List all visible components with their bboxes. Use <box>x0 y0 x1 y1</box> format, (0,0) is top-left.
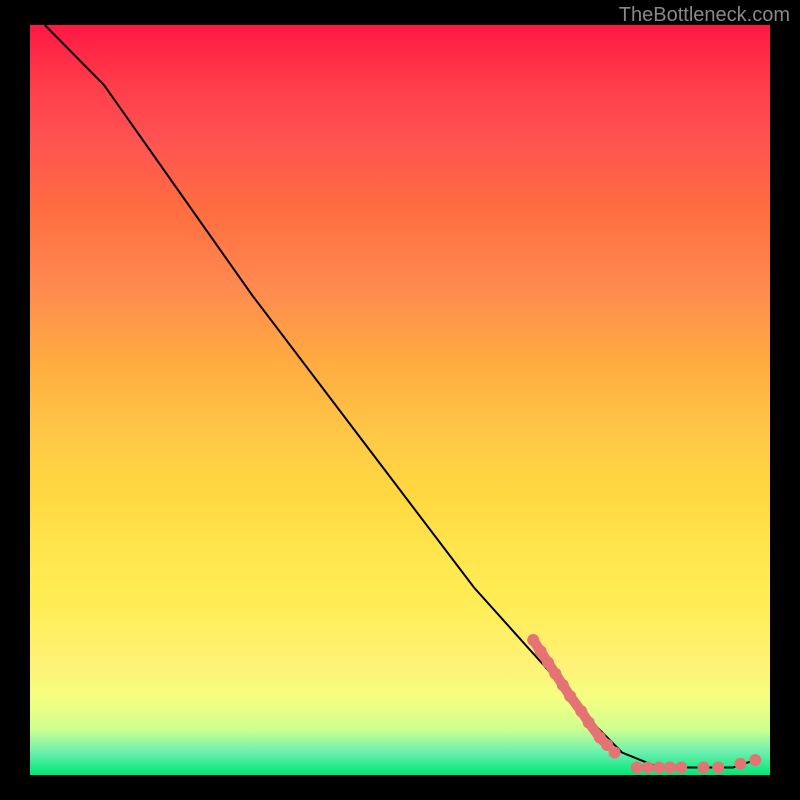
curve-line <box>45 25 755 768</box>
watermark-text: TheBottleneck.com <box>619 4 790 27</box>
chart-svg <box>30 25 770 775</box>
data-markers <box>527 634 761 774</box>
